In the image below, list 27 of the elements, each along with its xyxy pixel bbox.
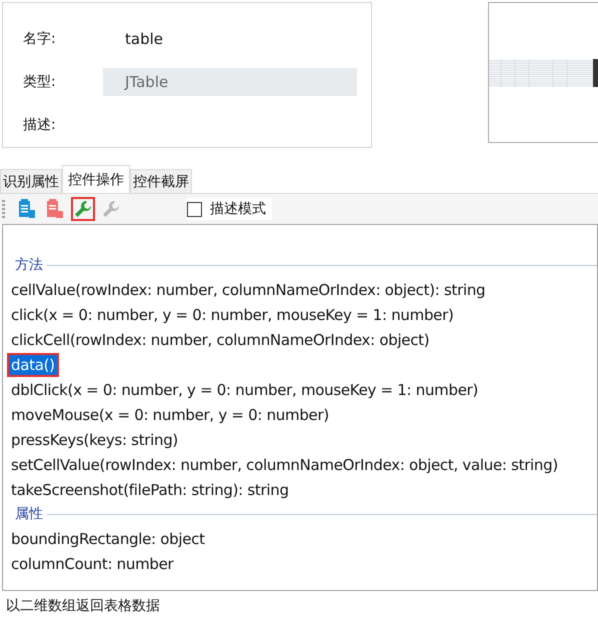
property-label: 类型: bbox=[22, 72, 57, 90]
wrench-button[interactable] bbox=[71, 197, 95, 221]
list-item[interactable]: boundingRectangle: object bbox=[9, 528, 207, 548]
list-item[interactable]: click(x = 0: number, y = 0: number, mouseKey = 1: number) bbox=[9, 304, 456, 324]
property-label: 名字: bbox=[22, 30, 57, 48]
grip-icon bbox=[2, 200, 5, 218]
status-text: 以二维数组返回表格数据 bbox=[5, 597, 161, 616]
tab[interactable]: 控件截屏 bbox=[130, 169, 192, 193]
list-item[interactable]: setCellValue(rowIndex: number, columnNameOrIndex: object, value: string) bbox=[9, 454, 560, 474]
list-item[interactable]: pressKeys(keys: string) bbox=[9, 430, 180, 450]
tab[interactable]: 控件操作 bbox=[62, 165, 130, 193]
list-item[interactable]: dblClick(x = 0: number, y = 0: number, mouseKey = 1: number) bbox=[9, 380, 480, 400]
property-label: 描述: bbox=[22, 116, 57, 134]
description-mode-checkbox[interactable]: 描述模式 bbox=[187, 198, 272, 220]
checkbox-label: 描述模式 bbox=[210, 200, 266, 218]
checkbox[interactable] bbox=[187, 202, 202, 216]
type-field: JTable bbox=[103, 68, 357, 96]
section-header: 方法 bbox=[15, 256, 44, 274]
list-item[interactable]: cellValue(rowIndex: number, columnNameOrIndex: object): string bbox=[9, 280, 488, 300]
list-item[interactable]: takeScreenshot(filePath: string): string bbox=[9, 480, 291, 500]
list-item[interactable]: clickCell(rowIndex: number, columnNameOrIndex: object) bbox=[9, 330, 432, 350]
list-item[interactable]: columnCount: number bbox=[9, 554, 176, 574]
tab[interactable]: 识别属性 bbox=[0, 169, 62, 193]
property-value: table bbox=[124, 30, 163, 48]
list-item[interactable]: moveMouse(x = 0: number, y = 0: number) bbox=[9, 404, 331, 424]
list-item[interactable]: data() bbox=[9, 354, 57, 374]
section-header: 属性 bbox=[15, 505, 44, 523]
